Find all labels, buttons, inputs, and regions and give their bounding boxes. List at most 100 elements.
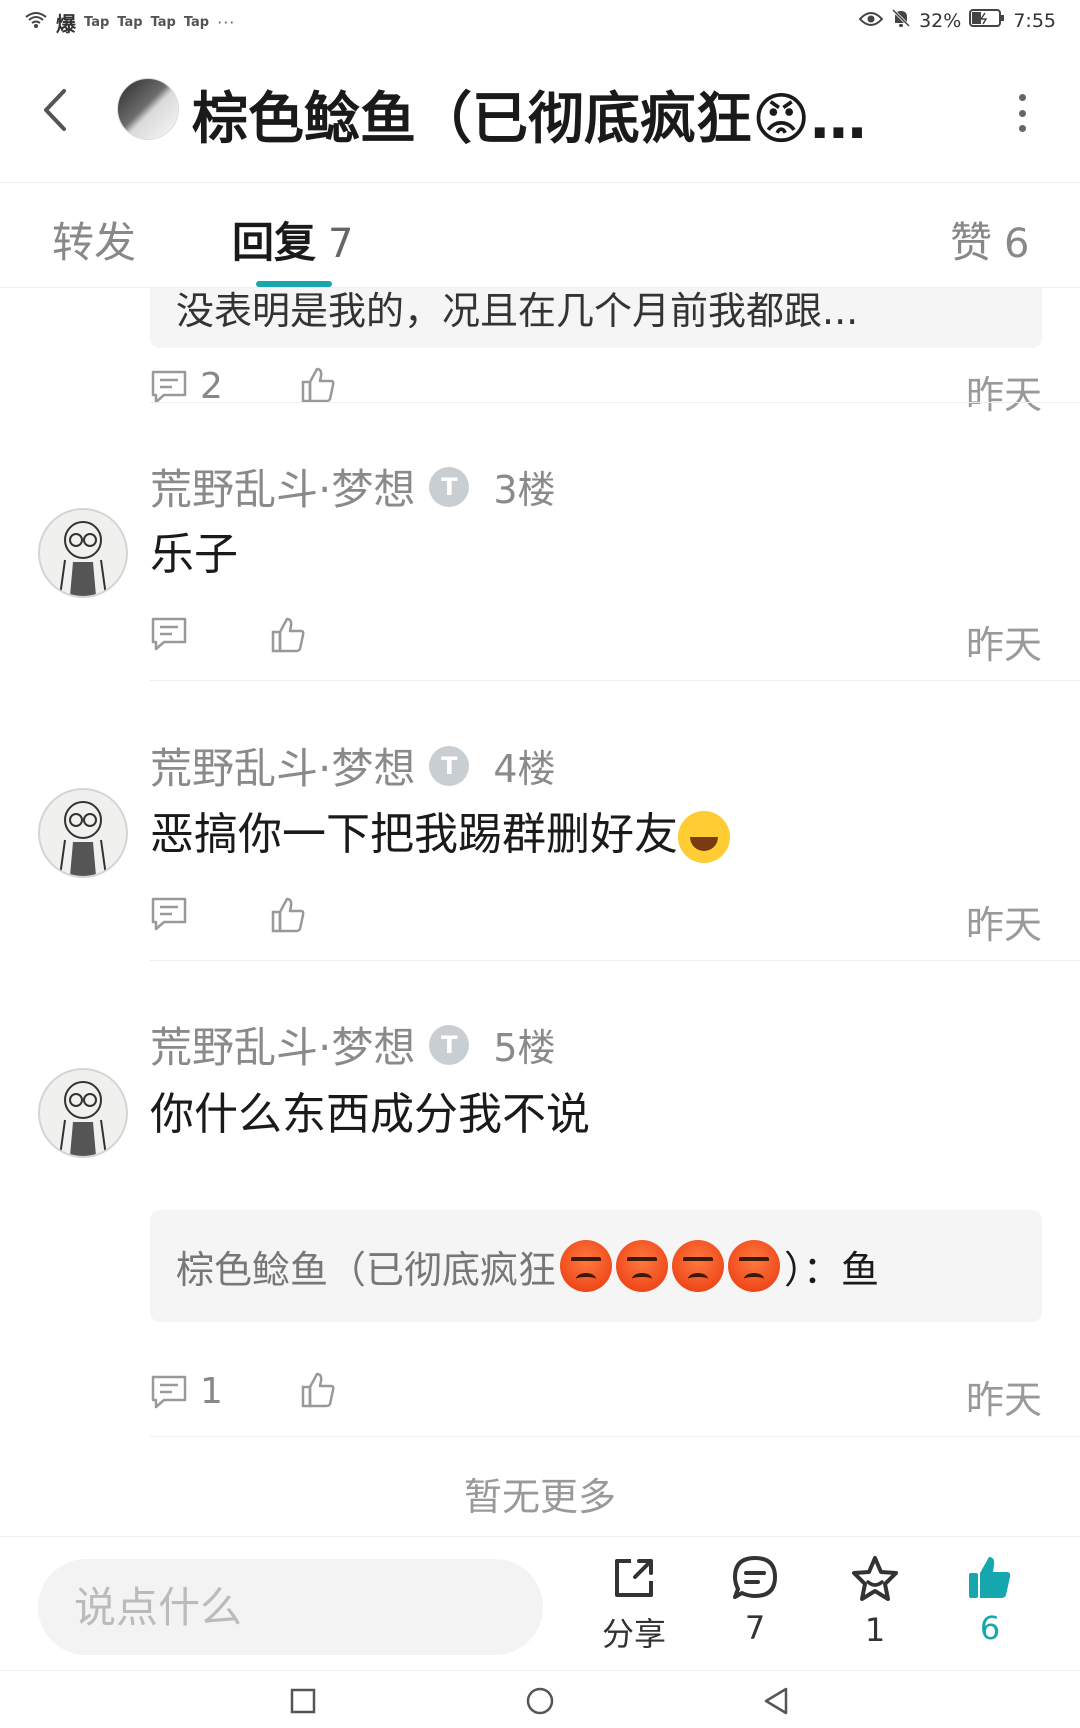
reply-button[interactable] — [150, 616, 200, 652]
like-post-button[interactable]: 6 — [940, 1553, 1040, 1663]
angry-face-emoji-icon — [728, 1240, 781, 1292]
like-button[interactable] — [300, 1371, 336, 1409]
tab-count: 6 — [1004, 221, 1030, 267]
favorite-button[interactable]: 1 — [825, 1553, 925, 1663]
share-button[interactable]: 分享 — [584, 1553, 684, 1663]
comment-actions: 2 昨天 — [150, 358, 1042, 418]
user-level-badge: T — [429, 745, 470, 786]
comment-time: 昨天 — [965, 1378, 1042, 1422]
comment-time: 昨天 — [965, 903, 1042, 947]
comment-text: 你什么东西成分我不说 — [150, 1089, 590, 1140]
comment-header: 荒野乱斗·梦想 T 4楼 — [150, 735, 556, 796]
thumbs-up-filled-icon — [969, 1557, 1011, 1598]
divider — [150, 402, 1080, 403]
eye-icon — [858, 10, 884, 32]
home-button[interactable] — [520, 1681, 560, 1721]
active-tab-indicator — [256, 281, 332, 287]
comment-icon — [151, 897, 187, 931]
commenter-avatar[interactable] — [38, 788, 128, 878]
sketch-avatar-image — [59, 1081, 107, 1156]
dot-icon — [1018, 125, 1026, 132]
battery-icon — [969, 9, 1005, 32]
tab-count: 7 — [328, 221, 354, 267]
reply-button[interactable]: 1 — [150, 1371, 223, 1412]
tears-of-joy-emoji-icon — [678, 811, 730, 863]
no-more-text: 暂无更多 — [463, 1475, 616, 1519]
comment-header: 荒野乱斗·梦想 T 3楼 — [150, 456, 556, 517]
tab-replies[interactable]: 回复 7 — [232, 209, 353, 270]
reply-count: 2 — [200, 366, 223, 407]
commenter-name[interactable]: 荒野乱斗·梦想 — [150, 456, 415, 517]
like-button[interactable] — [300, 366, 336, 404]
notification-app: Tap — [183, 15, 210, 30]
notification-app: Tap — [117, 15, 143, 30]
floor-number: 4楼 — [493, 747, 556, 791]
comment-button[interactable]: 7 — [705, 1553, 805, 1663]
comment-input-box[interactable] — [38, 1559, 543, 1655]
comment-header: 荒野乱斗·梦想 T 5楼 — [150, 1014, 556, 1075]
system-nav-bar — [0, 1670, 1080, 1728]
angry-face-emoji-icon — [560, 1240, 613, 1292]
square-icon — [290, 1688, 316, 1714]
tab-label: 回复 — [232, 218, 317, 267]
triangle-back-icon — [764, 1687, 788, 1715]
quoted-reply[interactable]: 棕色鲶鱼（已彻底疯狂 ）：鱼 — [150, 1210, 1042, 1322]
more-notifications: ··· — [217, 13, 236, 32]
page-title: 棕色鲶鱼（已彻底疯狂😡… — [192, 87, 867, 152]
angry-face-emoji-icon — [616, 1240, 669, 1292]
recent-apps-button[interactable] — [283, 1681, 323, 1721]
tab-bar: 转发 回复 7 赞6 — [0, 182, 1080, 288]
divider — [150, 960, 1080, 961]
like-button[interactable] — [270, 896, 306, 934]
circle-icon — [526, 1687, 554, 1715]
comment-bubble-icon — [733, 1556, 777, 1599]
comment-icon — [151, 370, 187, 403]
more-options-button[interactable] — [1012, 88, 1032, 138]
reply-button[interactable] — [150, 896, 200, 932]
mute-bell-icon — [891, 8, 911, 33]
commenter-avatar[interactable] — [38, 1068, 128, 1158]
battery-percent: 32% — [919, 9, 962, 32]
share-icon — [615, 1559, 653, 1597]
tab-label: 转发 — [52, 218, 137, 267]
comment-input[interactable] — [38, 1559, 543, 1655]
comment-text-body: 恶搞你一下把我踢群删好友 — [150, 809, 678, 860]
chevron-left-icon — [44, 89, 66, 131]
reply-button[interactable]: 2 — [150, 366, 223, 407]
comment-icon — [151, 617, 187, 651]
notification-app: Tap — [150, 15, 176, 30]
comment-icon — [151, 1375, 187, 1408]
dot-icon — [1018, 94, 1026, 101]
like-button[interactable] — [270, 616, 306, 654]
commenter-name[interactable]: 荒野乱斗·梦想 — [150, 735, 415, 796]
author-avatar[interactable] — [117, 78, 179, 140]
share-label: 分享 — [601, 1615, 666, 1653]
comment-actions: 昨天 — [150, 608, 1042, 668]
comment-count: 7 — [744, 1609, 766, 1647]
commenter-name[interactable]: 荒野乱斗·梦想 — [150, 1014, 415, 1075]
sketch-avatar-image — [59, 521, 107, 596]
quoted-reply-suffix: ）：鱼 — [784, 1247, 880, 1292]
divider — [150, 680, 1080, 681]
tab-forward[interactable]: 转发 — [52, 209, 148, 270]
quoted-reply[interactable]: 没表明是我的，况且在几个月前我都跟... — [150, 288, 1042, 348]
angry-face-emoji-icon — [672, 1240, 725, 1292]
wifi-icon — [24, 11, 48, 34]
tab-likes[interactable]: 赞6 — [950, 209, 1029, 270]
comment-text: 乐子 — [150, 529, 238, 580]
commenter-avatar[interactable] — [38, 508, 128, 598]
notification-app: Tap — [84, 15, 110, 30]
floor-number: 3楼 — [493, 468, 556, 512]
thumbs-up-icon — [271, 897, 305, 933]
like-count: 6 — [979, 1609, 1001, 1647]
sketch-avatar-image — [59, 801, 107, 876]
back-button[interactable] — [32, 85, 82, 135]
comment-time: 昨天 — [965, 373, 1042, 417]
dot-icon — [1018, 109, 1026, 117]
comment-actions: 昨天 — [150, 888, 1042, 948]
nav-back-button[interactable] — [756, 1681, 796, 1721]
user-level-badge: T — [429, 1024, 470, 1065]
divider — [150, 1436, 1080, 1437]
clock: 7:55 — [1013, 9, 1056, 32]
star-icon — [852, 1556, 898, 1601]
